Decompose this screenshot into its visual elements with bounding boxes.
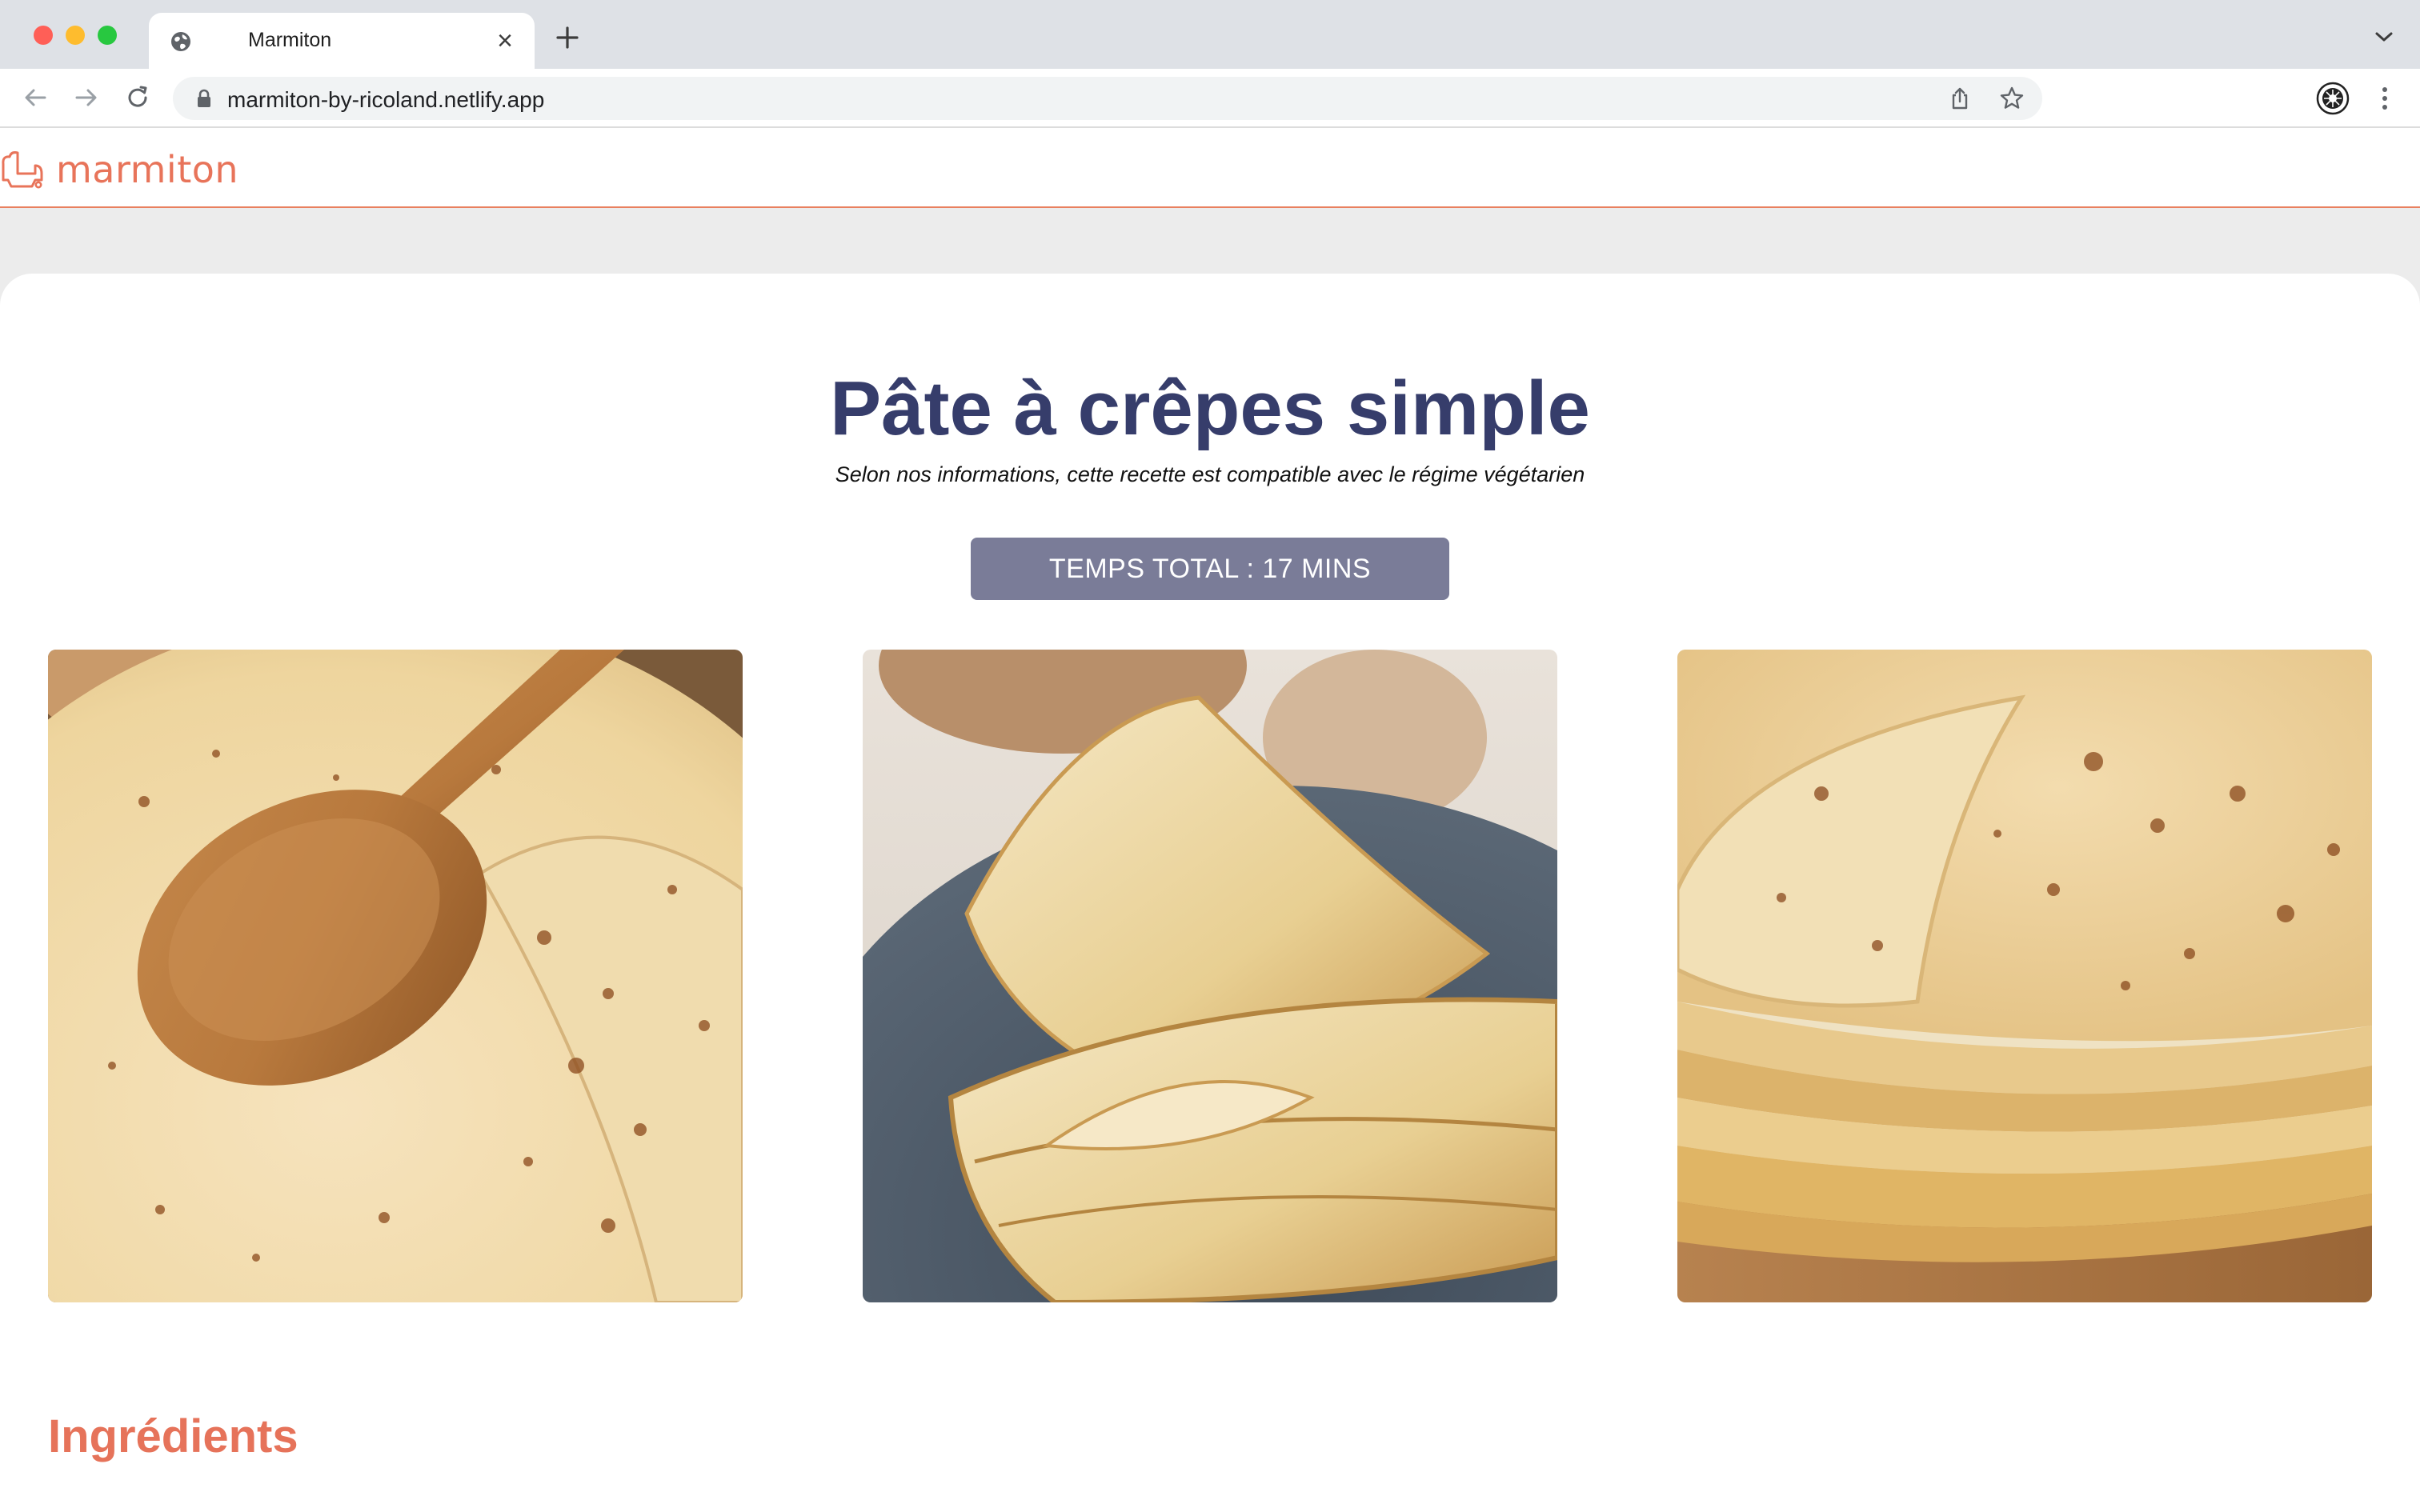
- reload-icon[interactable]: [123, 83, 152, 112]
- total-time-badge: TEMPS TOTAL : 17 MINS: [971, 538, 1449, 600]
- recipe-title: Pâte à crêpes simple: [830, 366, 1590, 451]
- chef-hat-icon: [2, 151, 43, 189]
- recipe-photo-crepe-stack: [1677, 650, 2372, 1302]
- chevron-down-icon[interactable]: [2374, 29, 2394, 45]
- share-icon[interactable]: [1948, 86, 1972, 110]
- window-close-button[interactable]: [34, 26, 53, 45]
- bookmark-star-icon[interactable]: [1999, 86, 2025, 111]
- browser-tab-active[interactable]: Marmiton ×: [149, 13, 535, 69]
- logo-wordmark: marmiton: [56, 148, 239, 191]
- site-header: marmiton: [0, 128, 2420, 208]
- lock-icon[interactable]: [197, 89, 211, 108]
- marmiton-logo[interactable]: marmiton: [0, 147, 238, 192]
- new-tab-icon[interactable]: [554, 24, 581, 51]
- tab-title: Marmiton: [248, 29, 332, 51]
- url-text[interactable]: marmiton-by-ricoland.netlify.app: [227, 87, 544, 113]
- window-minimize-button[interactable]: [66, 26, 85, 45]
- back-arrow-icon[interactable]: [21, 83, 50, 112]
- browser-toolbar: marmiton-by-ricoland.netlify.app: [0, 69, 2420, 128]
- window-maximize-button[interactable]: [98, 26, 117, 45]
- forward-arrow-icon[interactable]: [72, 83, 101, 112]
- recipe-card: Pâte à crêpes simple Selon nos informati…: [0, 274, 2420, 1512]
- globe-icon: [171, 32, 190, 51]
- ingredients-heading: Ingrédients: [48, 1410, 298, 1462]
- close-tab-icon[interactable]: ×: [491, 27, 519, 54]
- recipe-diet-note: Selon nos informations, cette recette es…: [835, 462, 1585, 486]
- address-bar[interactable]: marmiton-by-ricoland.netlify.app: [173, 77, 2042, 120]
- browser-tab-strip: Marmiton ×: [0, 0, 2420, 69]
- recipe-photo-crepes-spoon: [48, 650, 743, 1302]
- profile-avatar-icon[interactable]: [2316, 82, 2350, 115]
- recipe-photo-folded-crepes: [863, 650, 1557, 1302]
- more-options-icon[interactable]: [2377, 85, 2393, 112]
